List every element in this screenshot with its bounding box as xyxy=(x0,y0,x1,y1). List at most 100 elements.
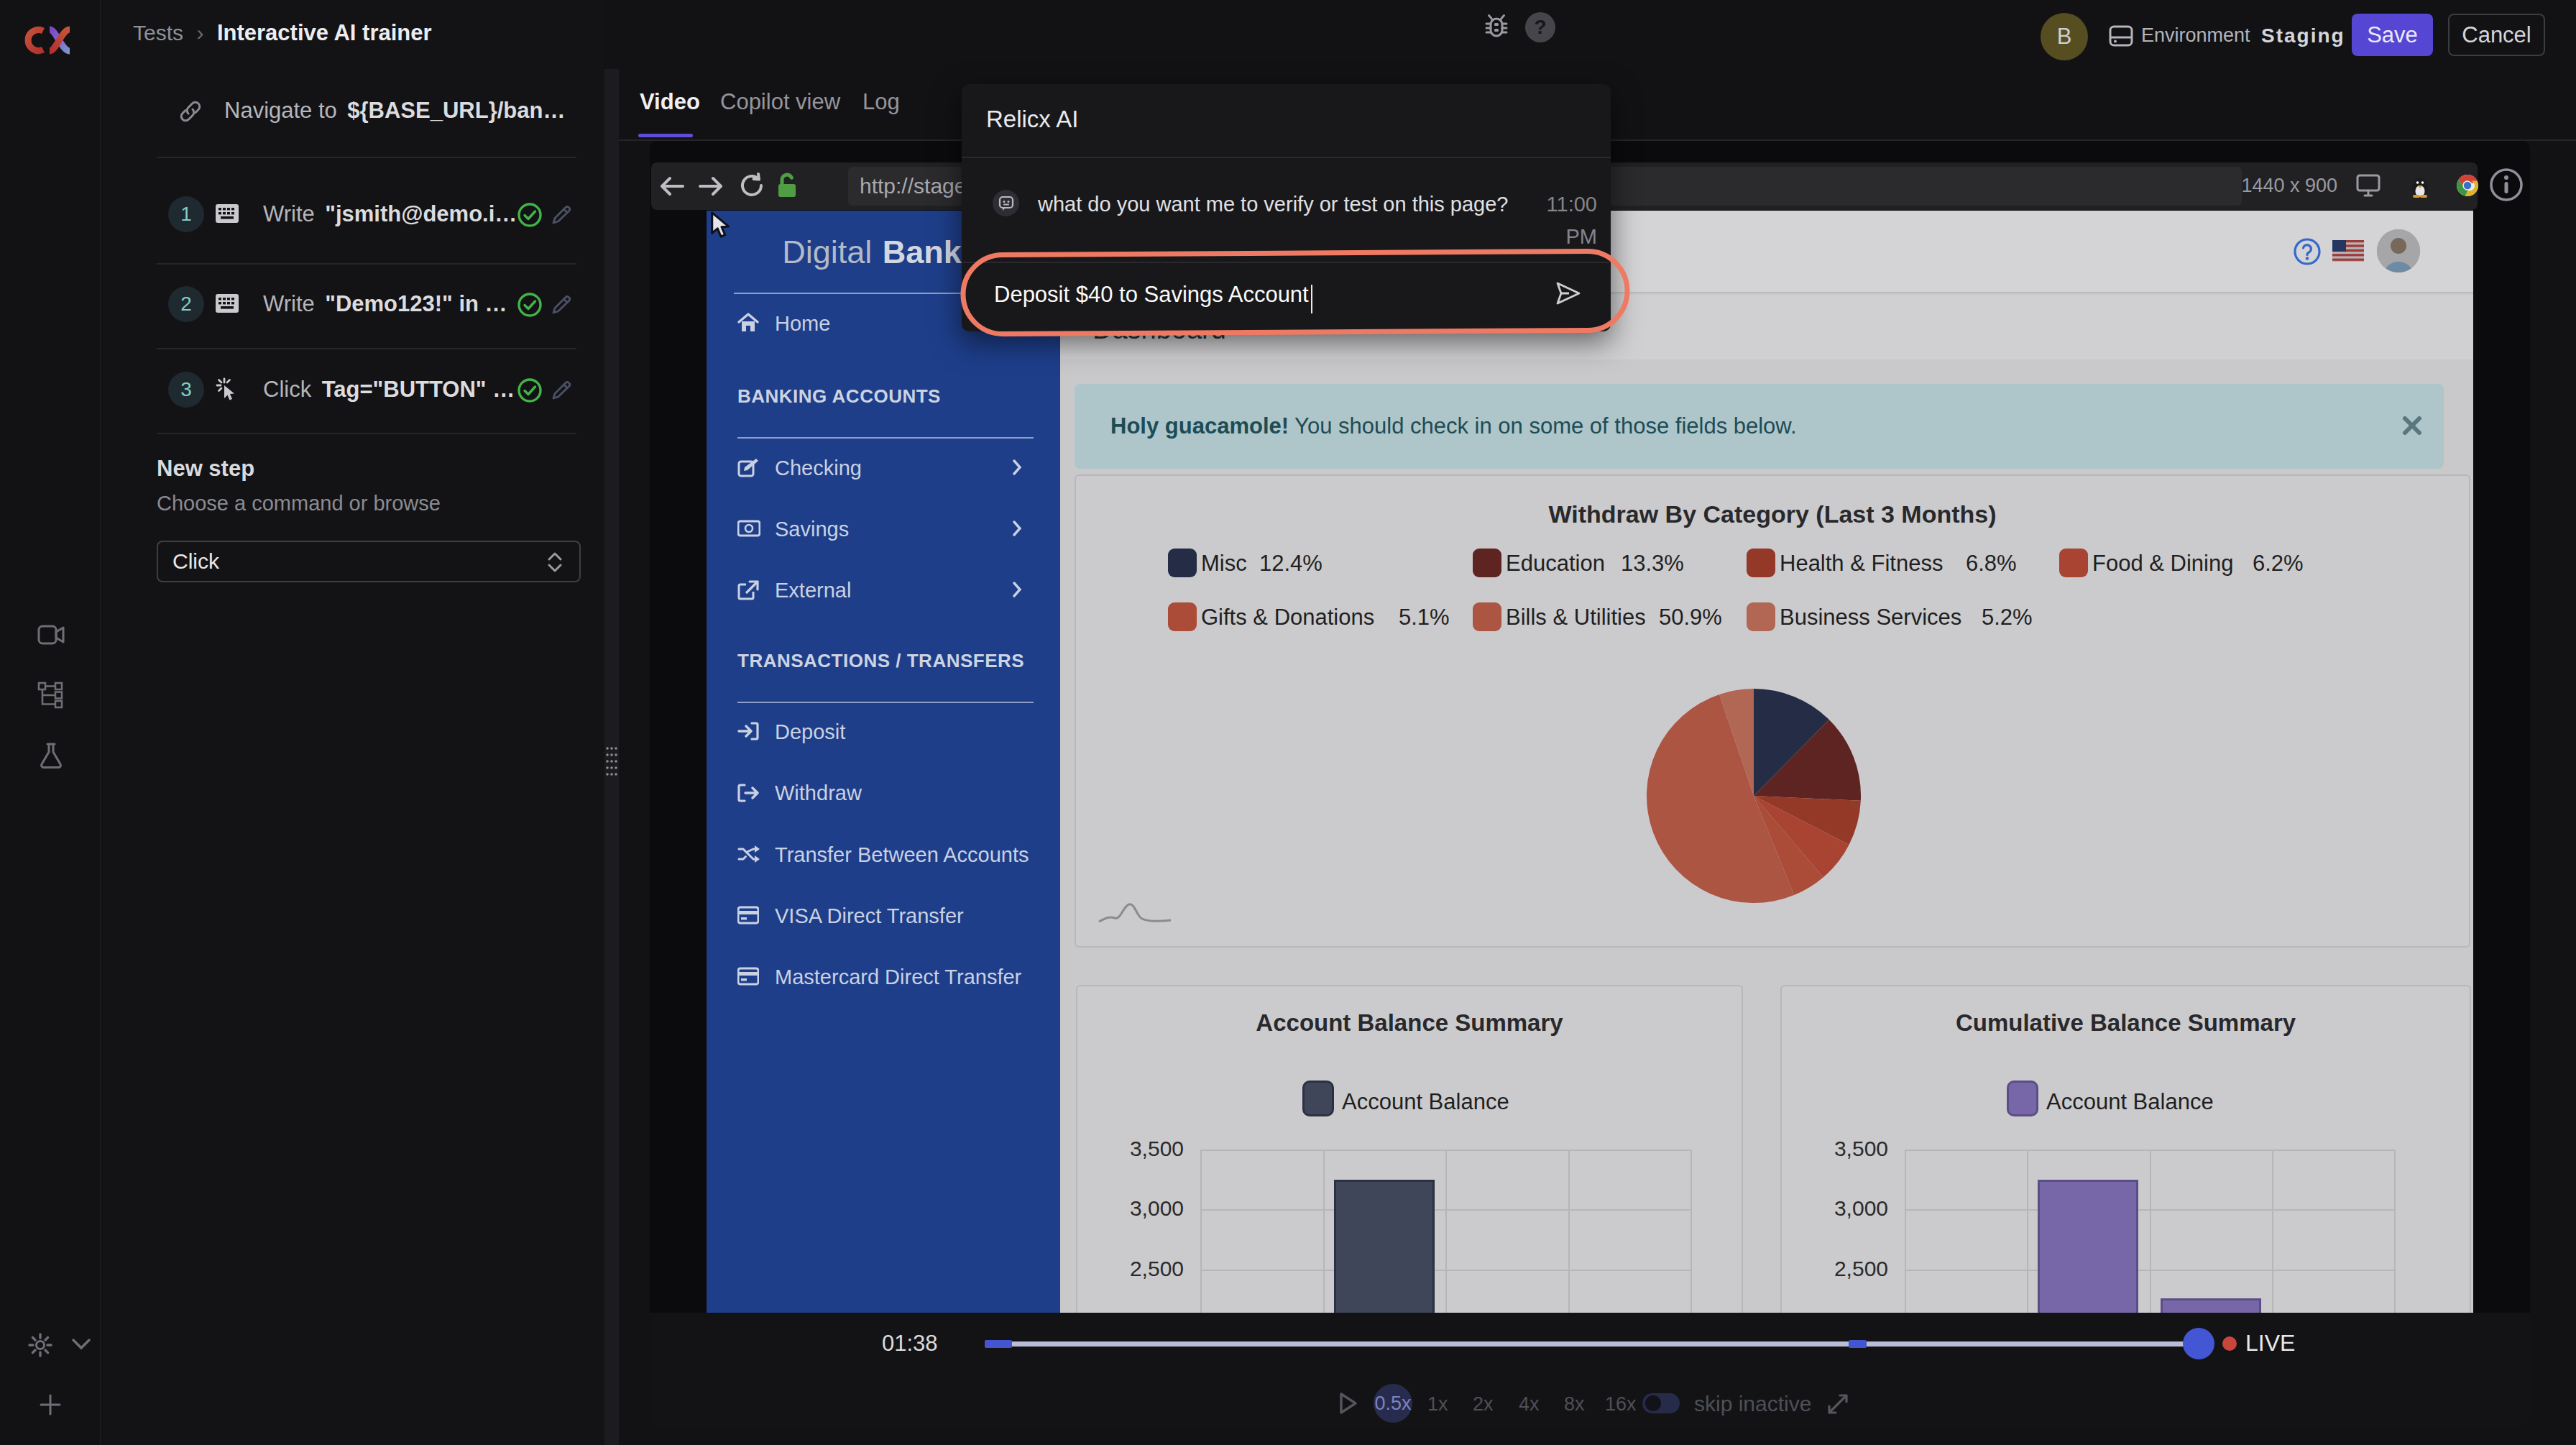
tree-view-icon[interactable] xyxy=(37,682,65,709)
tab-log[interactable]: Log xyxy=(862,89,900,115)
step-row[interactable]: Click Tag="BUTTON" … xyxy=(263,377,515,403)
edit-pencil-icon[interactable] xyxy=(551,204,572,226)
command-select[interactable]: Click xyxy=(157,541,581,582)
cx-logo[interactable] xyxy=(24,26,72,55)
legend-swatch-business-services xyxy=(1747,602,1775,631)
chevron-right-icon xyxy=(1012,582,1022,597)
browser-forward-icon[interactable] xyxy=(697,173,724,199)
withdraw-pie-chart xyxy=(1646,688,1862,904)
legend-swatch-gifts-donations xyxy=(1168,602,1197,631)
command-select-value: Click xyxy=(172,549,219,574)
bank-nav-checking[interactable]: Checking xyxy=(775,457,862,480)
browser-back-icon[interactable] xyxy=(658,173,686,199)
step-number: 1 xyxy=(180,203,192,226)
video-camera-icon[interactable] xyxy=(37,623,65,647)
chrome-browser-icon xyxy=(2456,174,2479,197)
checking-icon xyxy=(737,457,759,477)
skip-inactive-toggle-knob xyxy=(1645,1395,1661,1411)
bank-nav-visa-direct-transfer[interactable]: VISA Direct Transfer xyxy=(775,904,964,928)
active-tab-underline xyxy=(638,134,693,137)
bar xyxy=(2161,1298,2261,1313)
bank-nav-visa-transfer-between-accounts[interactable]: Transfer Between Accounts xyxy=(775,843,1029,867)
skip-inactive-label: skip inactive xyxy=(1694,1392,1811,1416)
add-icon[interactable] xyxy=(39,1393,62,1416)
play-icon[interactable] xyxy=(1338,1392,1358,1415)
player-playhead[interactable] xyxy=(2183,1328,2214,1359)
speed-8x-button[interactable]: 8x xyxy=(1564,1393,1585,1416)
bank-nav-deposit[interactable]: Deposit xyxy=(775,720,845,744)
lab-flask-icon[interactable] xyxy=(39,742,63,769)
legend-label: Education xyxy=(1506,551,1605,577)
help-icon[interactable]: ? xyxy=(1525,12,1555,42)
account-balance-title: Account Balance Summary xyxy=(1076,1009,1743,1037)
drag-handle-icon[interactable] xyxy=(605,746,618,776)
bank-nav-external[interactable]: External xyxy=(775,579,851,602)
cancel-button[interactable]: Cancel xyxy=(2448,14,2545,56)
bank-section-accounts: BANKING ACCOUNTS xyxy=(737,385,941,408)
transfer-icon xyxy=(737,845,760,863)
legend-label: Bills & Utilities xyxy=(1506,605,1646,630)
speed-4x-button[interactable]: 4x xyxy=(1519,1393,1540,1416)
speed-1x-button[interactable]: 1x xyxy=(1427,1393,1448,1416)
save-button[interactable]: Save xyxy=(2352,14,2433,56)
assistant-chat-icon xyxy=(993,190,1019,216)
player-progress-track[interactable] xyxy=(985,1341,2186,1347)
breadcrumb-separator-icon: › xyxy=(196,21,203,45)
step-row[interactable]: Write "Demo123!" in … xyxy=(263,291,507,317)
message-time: 11:00 xyxy=(1511,193,1597,216)
bank-help-icon[interactable] xyxy=(2293,237,2322,266)
step-detail: "Demo123!" in … xyxy=(325,291,507,316)
tab-copilot-view[interactable]: Copilot view xyxy=(720,89,840,115)
save-button-label: Save xyxy=(2367,22,2418,48)
left-rail xyxy=(0,0,101,1445)
step-row[interactable]: Write "jsmith@demo.i… xyxy=(263,201,517,227)
breadcrumb-current: Interactive AI trainer xyxy=(217,20,432,45)
withdraw-icon xyxy=(737,783,759,803)
step-success-icon xyxy=(517,377,543,403)
legend-swatch-misc xyxy=(1168,549,1197,577)
edit-pencil-icon[interactable] xyxy=(551,380,572,401)
speed-16x-button[interactable]: 16x xyxy=(1605,1393,1637,1416)
legend-value: 6.8% xyxy=(1966,551,2017,577)
speed-0.5x-button[interactable]: 0.5x xyxy=(1374,1384,1412,1423)
y-axis-tick: 3,500 xyxy=(1098,1137,1184,1161)
keyboard-icon xyxy=(215,293,239,313)
linux-penguin-icon xyxy=(2409,174,2431,198)
bank-user-avatar[interactable] xyxy=(2377,229,2420,272)
click-icon xyxy=(215,377,239,401)
navigate-step-target: ${BASE_URL}/ban… xyxy=(347,98,565,123)
relicx-ai-title: Relicx AI xyxy=(986,106,1078,133)
robot-message-icon xyxy=(998,196,1014,211)
alert-close-icon[interactable] xyxy=(2400,413,2424,438)
tab-video[interactable]: Video xyxy=(640,89,700,115)
bank-nav-home[interactable]: Home xyxy=(775,312,830,336)
environment-value[interactable]: Staging xyxy=(2261,24,2345,47)
debug-bug-icon[interactable] xyxy=(1482,13,1511,42)
bank-divider xyxy=(737,437,1034,439)
cancel-button-label: Cancel xyxy=(2462,22,2531,48)
live-indicator-dot xyxy=(2222,1336,2237,1351)
edit-pencil-icon[interactable] xyxy=(551,294,572,316)
mastercard-icon xyxy=(737,967,759,986)
user-avatar-initial: B xyxy=(2057,24,2072,50)
user-avatar[interactable]: B xyxy=(2041,13,2088,60)
info-icon[interactable] xyxy=(2488,167,2524,203)
fullscreen-icon[interactable] xyxy=(1826,1393,1849,1416)
settings-gear-icon[interactable] xyxy=(27,1331,54,1359)
navigate-step[interactable]: Navigate to ${BASE_URL}/ban… xyxy=(224,98,565,124)
chevron-down-icon[interactable] xyxy=(72,1339,91,1350)
bank-nav-mastercard-direct-transfer[interactable]: Mastercard Direct Transfer xyxy=(775,965,1021,989)
speed-2x-button[interactable]: 2x xyxy=(1473,1393,1494,1416)
breadcrumb-tests[interactable]: Tests xyxy=(133,21,183,45)
legend-label: Health & Fitness xyxy=(1780,551,1943,577)
gridline xyxy=(1905,1150,1906,1313)
gridline xyxy=(1200,1150,1202,1313)
browser-reload-icon[interactable] xyxy=(739,173,765,198)
legend-value: 12.4% xyxy=(1259,551,1322,577)
help-glyph: ? xyxy=(1534,16,1546,39)
bank-nav-withdraw[interactable]: Withdraw xyxy=(775,781,862,805)
chevron-right-icon xyxy=(1012,459,1022,475)
bank-nav-savings[interactable]: Savings xyxy=(775,518,849,541)
monitor-icon xyxy=(2355,173,2381,198)
us-flag-icon[interactable] xyxy=(2332,240,2364,262)
